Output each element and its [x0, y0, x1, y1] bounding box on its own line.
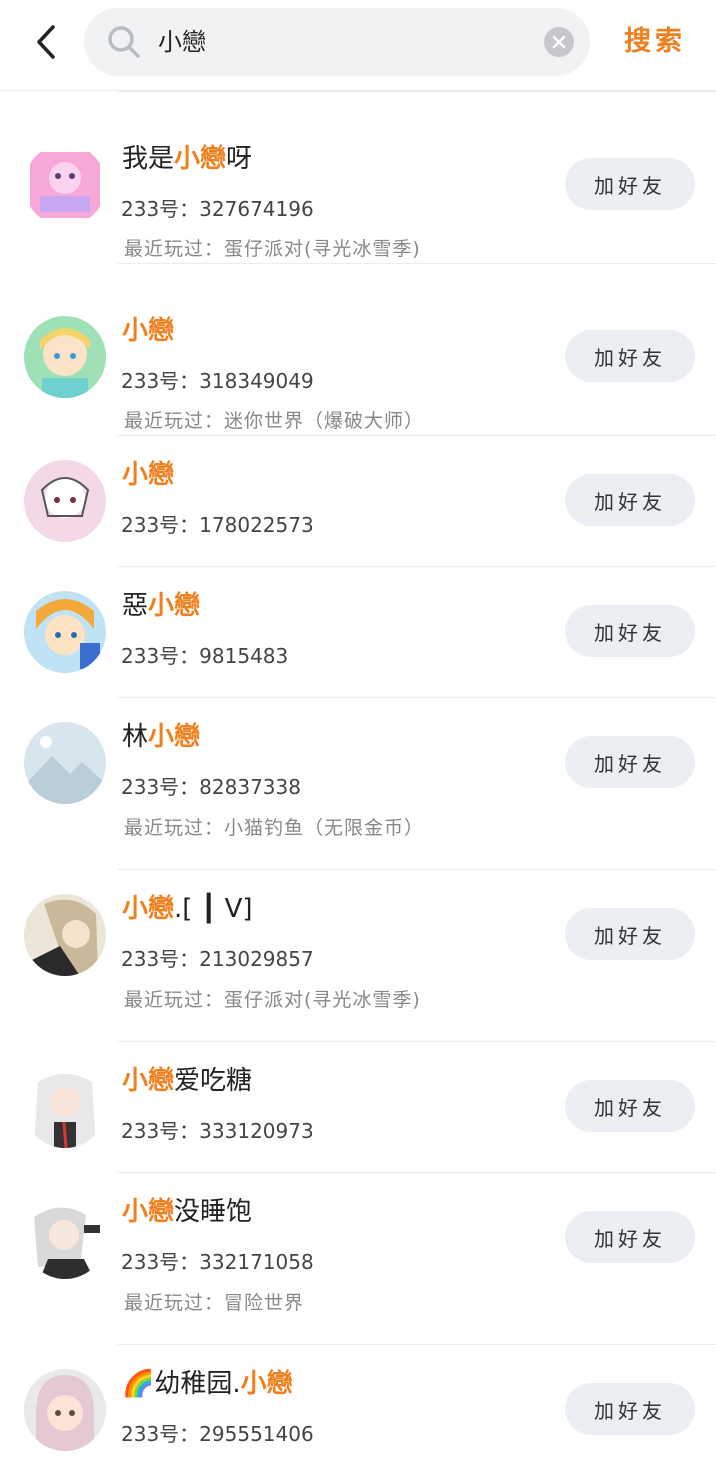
user-result-row[interactable]: 🌈幼稚园.小戀 233号：295551406 加好友 [0, 1344, 716, 1475]
user-nickname: 🌈幼稚园.小戀 [122, 1369, 293, 1399]
search-input[interactable]: 小戀 [158, 22, 206, 62]
search-box[interactable]: 小戀 [84, 8, 590, 76]
avatar [24, 722, 106, 804]
user-nickname: 惡小戀 [122, 591, 201, 621]
user-nickname: 小戀没睡饱 [122, 1197, 253, 1227]
user-result-row[interactable]: 我是小戀呀 233号：327674196 最近玩过：蛋仔派对(寻光冰雪季) 加好… [0, 91, 716, 263]
user-result-row[interactable]: 小戀.[ ┃ V] 233号：213029857 最近玩过：蛋仔派对(寻光冰雪季… [0, 869, 716, 1041]
user-result-row[interactable]: 小戀 233号：318349049 最近玩过：迷你世界（爆破大师） 加好友 [0, 263, 716, 435]
recently-played: 最近玩过：迷你世界（爆破大师） [124, 410, 425, 432]
avatar [24, 1197, 106, 1279]
recently-played: 最近玩过：冒险世界 [124, 1292, 305, 1314]
add-friend-button[interactable]: 加好友 [565, 1211, 695, 1263]
back-button[interactable] [26, 20, 66, 64]
avatar [24, 316, 106, 398]
top-bar: 小戀 搜索 [0, 0, 716, 91]
user-nickname: 小戀爱吃糖 [122, 1066, 253, 1096]
recently-played: 最近玩过：小猫钓鱼（无限金币） [124, 817, 425, 839]
user-id: 233号：332171058 [121, 1250, 314, 1274]
user-id: 233号：213029857 [121, 947, 314, 971]
user-nickname: 林小戀 [122, 722, 201, 752]
user-id: 233号：327674196 [121, 197, 314, 221]
avatar [24, 144, 106, 226]
recently-played: 最近玩过：蛋仔派对(寻光冰雪季) [124, 989, 421, 1011]
avatar [24, 591, 106, 673]
user-nickname: 小戀 [122, 460, 175, 490]
user-result-row[interactable]: 小戀 233号：178022573 加好友 [0, 435, 716, 566]
add-friend-button[interactable]: 加好友 [565, 158, 695, 210]
clear-icon[interactable] [544, 27, 574, 57]
add-friend-button[interactable]: 加好友 [565, 330, 695, 382]
avatar [24, 1369, 106, 1451]
user-id: 233号：318349049 [121, 369, 314, 393]
chevron-left-icon [37, 25, 55, 59]
user-result-row[interactable]: 惡小戀 233号：9815483 加好友 [0, 566, 716, 697]
user-nickname: 小戀.[ ┃ V] [122, 894, 253, 924]
add-friend-button[interactable]: 加好友 [565, 736, 695, 788]
add-friend-button[interactable]: 加好友 [565, 1080, 695, 1132]
avatar [24, 894, 106, 976]
search-button[interactable]: 搜索 [624, 22, 686, 62]
user-result-row[interactable]: 小戀爱吃糖 233号：333120973 加好友 [0, 1041, 716, 1172]
user-id: 233号：295551406 [121, 1422, 314, 1446]
recently-played: 最近玩过：蛋仔派对(寻光冰雪季) [124, 238, 421, 260]
add-friend-button[interactable]: 加好友 [565, 605, 695, 657]
avatar [24, 460, 106, 542]
user-id: 233号：333120973 [121, 1119, 314, 1143]
search-icon [108, 26, 140, 58]
user-id: 233号：178022573 [121, 513, 314, 537]
add-friend-button[interactable]: 加好友 [565, 474, 695, 526]
add-friend-button[interactable]: 加好友 [565, 1383, 695, 1435]
user-nickname: 我是小戀呀 [122, 144, 253, 174]
user-result-list: 我是小戀呀 233号：327674196 最近玩过：蛋仔派对(寻光冰雪季) 加好… [0, 91, 716, 1475]
add-friend-button[interactable]: 加好友 [565, 908, 695, 960]
user-result-row[interactable]: 林小戀 233号：82837338 最近玩过：小猫钓鱼（无限金币） 加好友 [0, 697, 716, 869]
user-nickname: 小戀 [122, 316, 175, 346]
user-id: 233号：82837338 [121, 775, 301, 799]
avatar [24, 1066, 106, 1148]
user-id: 233号：9815483 [121, 644, 289, 668]
user-result-row[interactable]: 小戀没睡饱 233号：332171058 最近玩过：冒险世界 加好友 [0, 1172, 716, 1344]
